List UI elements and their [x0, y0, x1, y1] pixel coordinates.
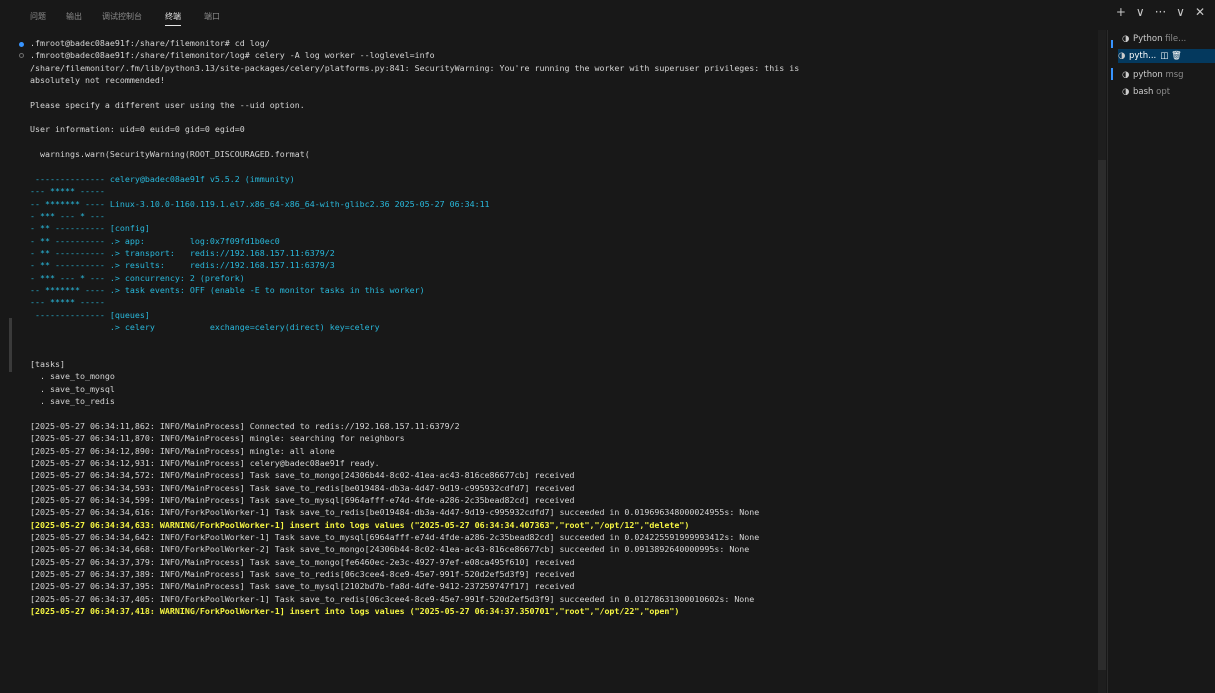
terminal-line: .fmroot@badec08ae91f:/share/filemonitor#… — [30, 38, 270, 48]
terminal-line: [2025-05-27 06:34:34,633: WARNING/ForkPo… — [30, 519, 690, 530]
session-item-python-msg[interactable]: ◑ python msg — [1122, 68, 1215, 82]
session-item-python-active[interactable]: ◑ pyth... ◫ 🗑 — [1118, 49, 1215, 63]
tab-ports[interactable]: 端口 — [204, 11, 220, 22]
terminal-dropdown-icon[interactable]: ∨ — [1136, 5, 1145, 19]
terminal-line: -------------- celery@badec08ae91f v5.5.… — [30, 173, 295, 184]
active-session-marker — [1111, 68, 1113, 80]
more-actions-icon[interactable]: ··· — [1155, 5, 1166, 19]
terminal-line: [2025-05-27 06:34:34,572: INFO/MainProce… — [30, 470, 575, 481]
terminal-line: - *** --- * --- .> concurrency: 2 (prefo… — [30, 272, 245, 283]
terminal-line: [2025-05-27 06:34:37,389: INFO/MainProce… — [30, 569, 575, 580]
terminal-line: - ** ---------- .> app: log:0x7f09fd1b0e… — [30, 235, 280, 246]
terminal-gutter-bar — [9, 318, 12, 372]
terminal-line: .> celery exchange=celery(direct) key=ce… — [30, 322, 380, 333]
add-terminal-icon[interactable]: + — [1116, 5, 1126, 19]
terminal-line: - *** --- * --- — [30, 210, 105, 221]
terminal-line: - ** ---------- .> transport: redis://19… — [30, 247, 335, 258]
command-running-icon[interactable] — [19, 53, 24, 58]
terminal-line: -- ******* ---- .> task events: OFF (ena… — [30, 285, 425, 295]
terminal-line: User information: uid=0 euid=0 gid=0 egi… — [30, 124, 245, 135]
terminal-line: [2025-05-27 06:34:37,379: INFO/MainProce… — [30, 556, 575, 567]
terminal-line: [2025-05-27 06:34:12,890: INFO/MainProce… — [30, 445, 335, 456]
session-item-python-file[interactable]: ◑ Python file... — [1122, 32, 1215, 46]
tab-problems[interactable]: 问题 — [30, 11, 46, 22]
command-success-icon[interactable] — [19, 42, 24, 47]
terminal-line: [2025-05-27 06:34:34,599: INFO/MainProce… — [30, 494, 575, 505]
panel-actions: + ∨ ··· ∨ ✕ — [1116, 5, 1205, 19]
tab-debug-console[interactable]: 调试控制台 — [102, 11, 142, 22]
terminal-sessions-list: ◑ Python file... ◑ pyth... ◫ 🗑 ◑ python msg … — [1107, 30, 1215, 693]
panel-tab-bar: 问题 输出 调试控制台 终端 端口 + ∨ ··· ∨ ✕ — [0, 0, 1215, 30]
close-panel-icon[interactable]: ✕ — [1195, 5, 1205, 19]
terminal-icon: ◑ — [1122, 87, 1130, 97]
terminal-line: [2025-05-27 06:34:34,668: INFO/ForkPoolW… — [30, 544, 750, 555]
terminal-line: . save_to_redis — [30, 396, 115, 407]
terminal-icon: ◑ — [1122, 70, 1130, 80]
terminal-line: - ** ---------- [config] — [30, 223, 150, 234]
terminal-line: [2025-05-27 06:34:34,616: INFO/ForkPoolW… — [30, 507, 760, 518]
terminal-line: [2025-05-27 06:34:12,931: INFO/MainProce… — [30, 457, 380, 468]
terminal-line: [tasks] — [30, 359, 65, 370]
terminal-line: -------------- [queues] — [30, 309, 150, 320]
terminal-line: [2025-05-27 06:34:11,862: INFO/MainProce… — [30, 420, 460, 431]
terminal-line: [2025-05-27 06:34:37,418: WARNING/ForkPo… — [30, 606, 680, 617]
session-marker — [1111, 40, 1113, 48]
terminal-line: Please specify a different user using th… — [30, 99, 305, 110]
terminal-output[interactable]: .fmroot@badec08ae91f:/share/filemonitor#… — [0, 34, 1104, 693]
terminal-line: .fmroot@badec08ae91f:/share/filemonitor/… — [30, 50, 435, 61]
terminal-icon: ◑ — [1122, 34, 1130, 44]
terminal-line: . save_to_mysql — [30, 383, 115, 394]
terminal-line: /share/filemonitor/.fm/lib/python3.13/si… — [30, 62, 800, 73]
terminal-line: absolutely not recommended! — [30, 75, 165, 86]
terminal-line: --- ***** ----- — [30, 297, 105, 308]
session-item-bash-opt[interactable]: ◑ bash opt — [1122, 85, 1215, 99]
terminal-line: [2025-05-27 06:34:37,405: INFO/ForkPoolW… — [30, 593, 755, 604]
maximize-panel-icon[interactable]: ∨ — [1176, 5, 1185, 19]
terminal-line: - ** ---------- .> results: redis://192.… — [30, 260, 335, 271]
terminal-line: [2025-05-27 06:34:11,870: INFO/MainProce… — [30, 433, 405, 444]
tab-output[interactable]: 输出 — [66, 11, 82, 22]
split-trash-icons[interactable]: ◫ 🗑 — [1160, 51, 1182, 61]
terminal-line: -- ******* ---- Linux-3.10.0-1160.119.1.… — [30, 198, 490, 209]
tab-terminal[interactable]: 终端 — [165, 11, 181, 26]
terminal-icon: ◑ — [1118, 51, 1126, 61]
terminal-line: [2025-05-27 06:34:37,395: INFO/MainProce… — [30, 581, 575, 592]
terminal-line: [2025-05-27 06:34:34,642: INFO/ForkPoolW… — [30, 532, 760, 542]
terminal-line: warnings.warn(SecurityWarning(ROOT_DISCO… — [30, 149, 310, 160]
terminal-line: --- ***** ----- — [30, 186, 105, 197]
terminal-line: [2025-05-27 06:34:34,593: INFO/MainProce… — [30, 482, 575, 493]
terminal-line: . save_to_mongo — [30, 371, 115, 382]
terminal-scrollbar-thumb[interactable] — [1098, 160, 1106, 670]
